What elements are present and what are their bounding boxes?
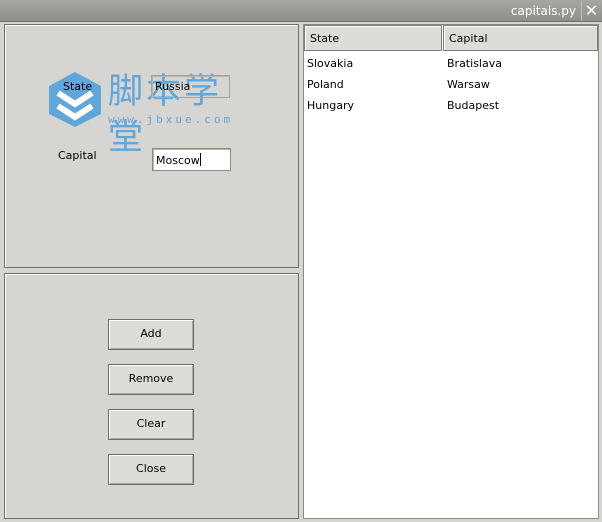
table-row[interactable]: Hungary Budapest [304,95,598,116]
form-panel: 脚本学堂 www.jbxue.com State Russia Capital … [4,24,299,268]
table-row[interactable]: Poland Warsaw [304,74,598,95]
capital-label: Capital [58,149,97,162]
watermark-emblem-icon [49,72,101,127]
state-label: State [63,80,93,93]
clear-button[interactable]: Clear [108,409,194,440]
window-titlebar: capitals.py ✕ [0,0,602,22]
buttons-panel: Add Remove Clear Close [4,273,299,519]
table-body: Slovakia Bratislava Poland Warsaw Hungar… [304,53,598,116]
text-caret [199,153,201,166]
watermark-url: www.jbxue.com [108,113,234,126]
capital-input-value: Moscow [156,154,200,167]
state-input[interactable]: Russia [151,75,230,98]
cell-capital: Budapest [447,99,500,112]
window-content: 脚本学堂 www.jbxue.com State Russia Capital … [0,22,602,522]
cell-capital: Warsaw [447,78,490,91]
column-header-capital[interactable]: Capital [443,25,598,51]
column-header-state[interactable]: State [304,25,442,51]
table-row[interactable]: Slovakia Bratislava [304,53,598,74]
window-close-icon[interactable]: ✕ [581,1,601,21]
add-button[interactable]: Add [108,319,194,350]
cell-capital: Bratislava [447,57,502,70]
table-header: State Capital [304,25,598,51]
window-title: capitals.py [510,4,576,18]
close-button[interactable]: Close [108,454,194,485]
cell-state: Slovakia [307,57,354,70]
cell-state: Hungary [307,99,354,112]
capital-input[interactable]: Moscow [152,148,231,171]
cell-state: Poland [307,78,344,91]
capitals-table[interactable]: State Capital Slovakia Bratislava Poland… [303,24,599,519]
remove-button[interactable]: Remove [108,364,194,395]
